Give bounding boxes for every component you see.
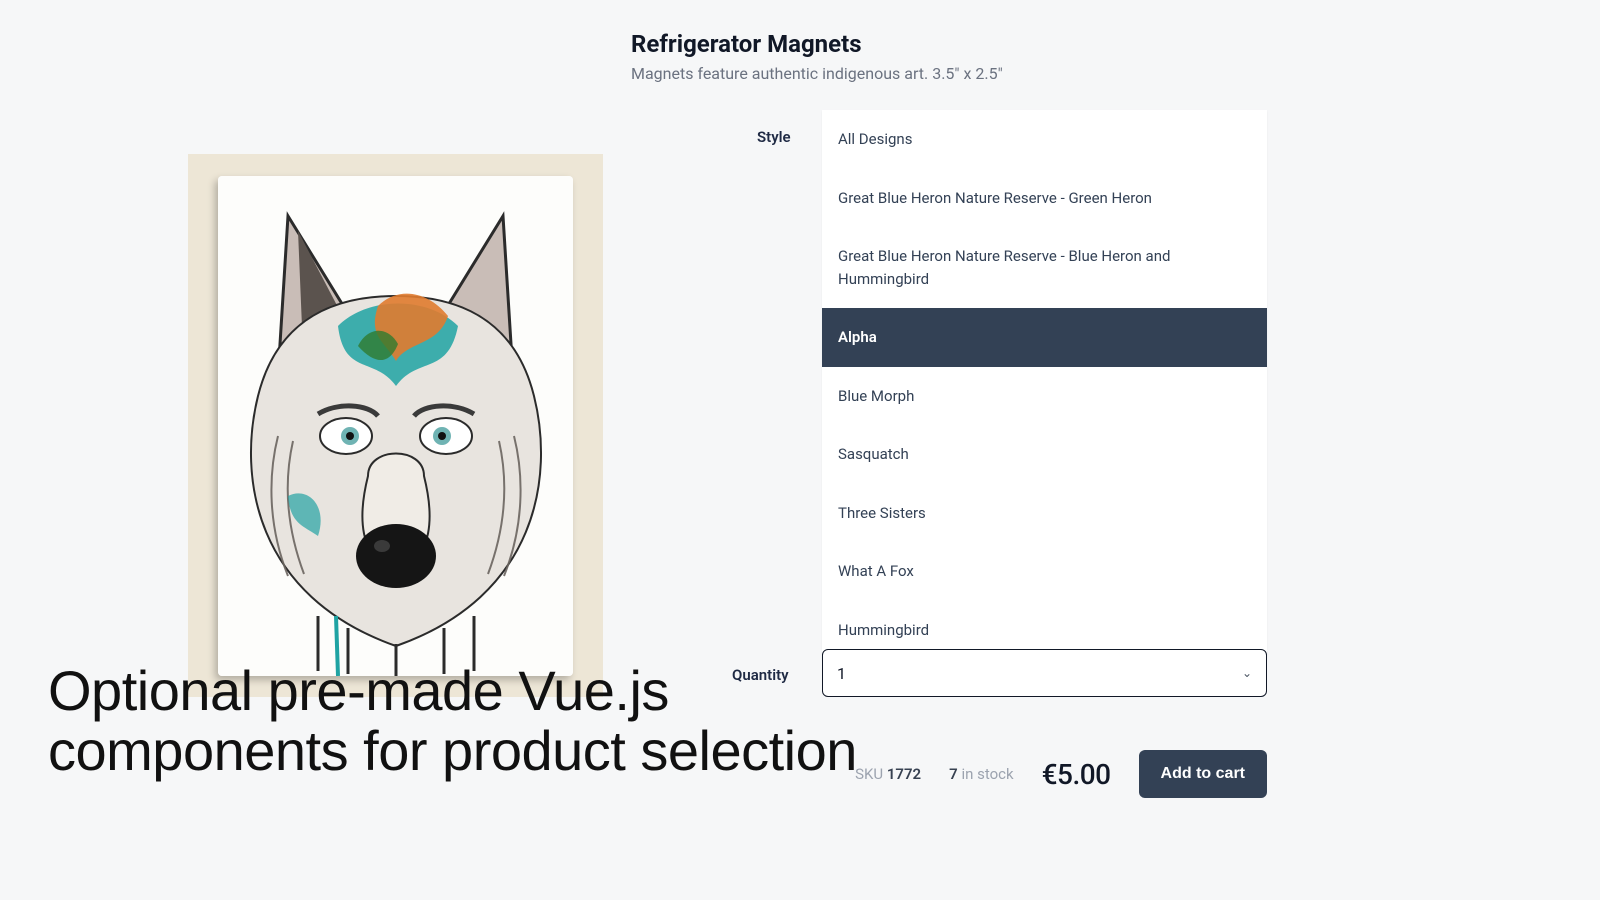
chevron-down-icon: ⌄ (1242, 666, 1252, 680)
style-option[interactable]: All Designs (822, 110, 1267, 169)
style-option[interactable]: What A Fox (822, 542, 1267, 601)
sku-display: SKU 1772 (855, 765, 921, 783)
quantity-select[interactable]: 1 ⌄ (822, 649, 1267, 697)
price: €5.00 (1042, 758, 1111, 791)
add-to-cart-button[interactable]: Add to cart (1139, 750, 1267, 798)
style-option[interactable]: Three Sisters (822, 484, 1267, 543)
style-option[interactable]: Sasquatch (822, 425, 1267, 484)
product-title: Refrigerator Magnets (631, 30, 1003, 58)
stock-display: 7 in stock (949, 765, 1013, 783)
style-list: All DesignsGreat Blue Heron Nature Reser… (822, 110, 1267, 659)
product-image (188, 154, 603, 697)
product-image-magnet (218, 176, 573, 676)
style-option[interactable]: Great Blue Heron Nature Reserve - Green … (822, 169, 1267, 228)
style-option[interactable]: Great Blue Heron Nature Reserve - Blue H… (822, 227, 1267, 308)
style-option[interactable]: Alpha (822, 308, 1267, 367)
product-subtitle: Magnets feature authentic indigenous art… (631, 64, 1003, 83)
style-label: Style (757, 128, 791, 146)
style-option[interactable]: Blue Morph (822, 367, 1267, 426)
overlay-caption: Optional pre-made Vue.js components for … (48, 661, 857, 782)
